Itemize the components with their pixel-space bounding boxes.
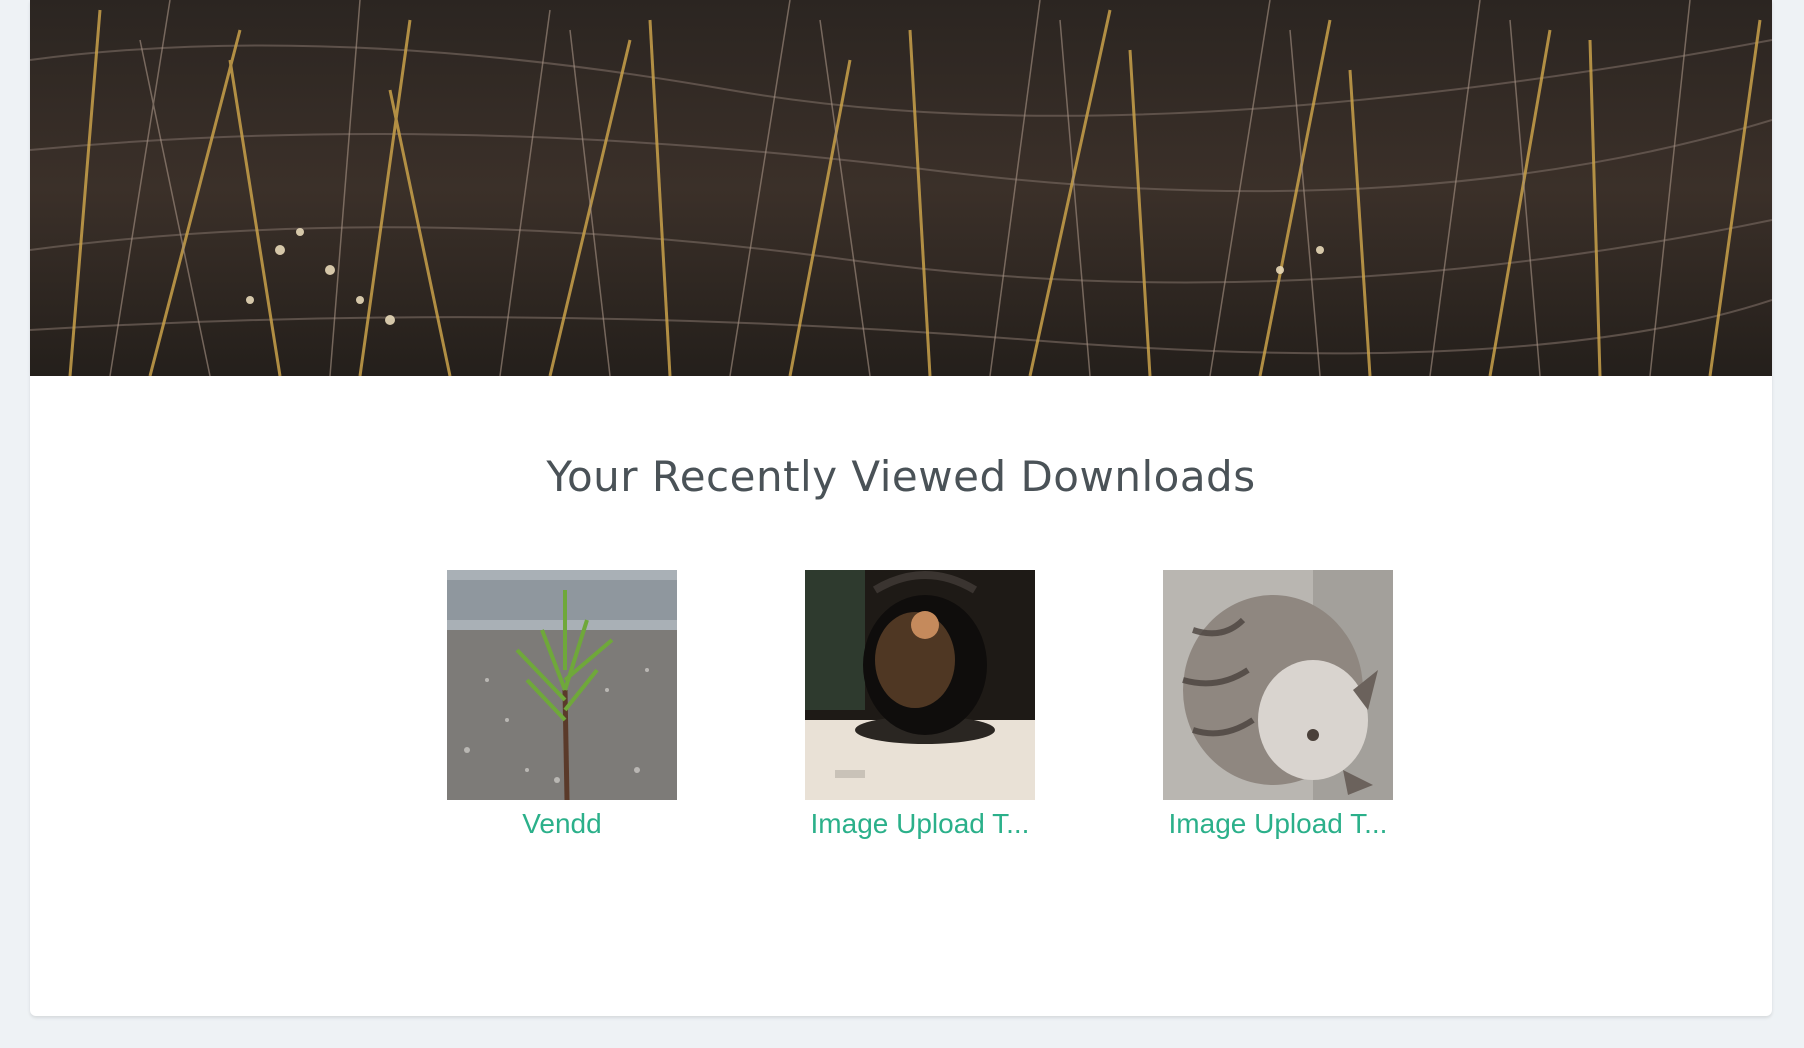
sapling-in-asphalt-image[interactable]: [447, 570, 677, 800]
download-title[interactable]: Image Upload T...: [805, 808, 1035, 840]
download-card-2[interactable]: Image Upload T...: [805, 570, 1035, 840]
download-title[interactable]: Vendd: [447, 808, 677, 840]
download-card-3[interactable]: Image Upload T...: [1163, 570, 1393, 840]
sleeping-cat-image[interactable]: [1163, 570, 1393, 800]
page-card: Your Recently Viewed Downloads Vendd Ima…: [30, 0, 1772, 1016]
download-title[interactable]: Image Upload T...: [1163, 808, 1393, 840]
download-card-1[interactable]: Vendd: [447, 570, 677, 840]
recent-downloads-list: Vendd Image Upload T... Image Upload T..…: [30, 570, 1772, 850]
kettle-reflection-image[interactable]: [805, 570, 1035, 800]
section-title: Your Recently Viewed Downloads: [546, 452, 1256, 501]
hero-banner-image: [30, 0, 1772, 376]
